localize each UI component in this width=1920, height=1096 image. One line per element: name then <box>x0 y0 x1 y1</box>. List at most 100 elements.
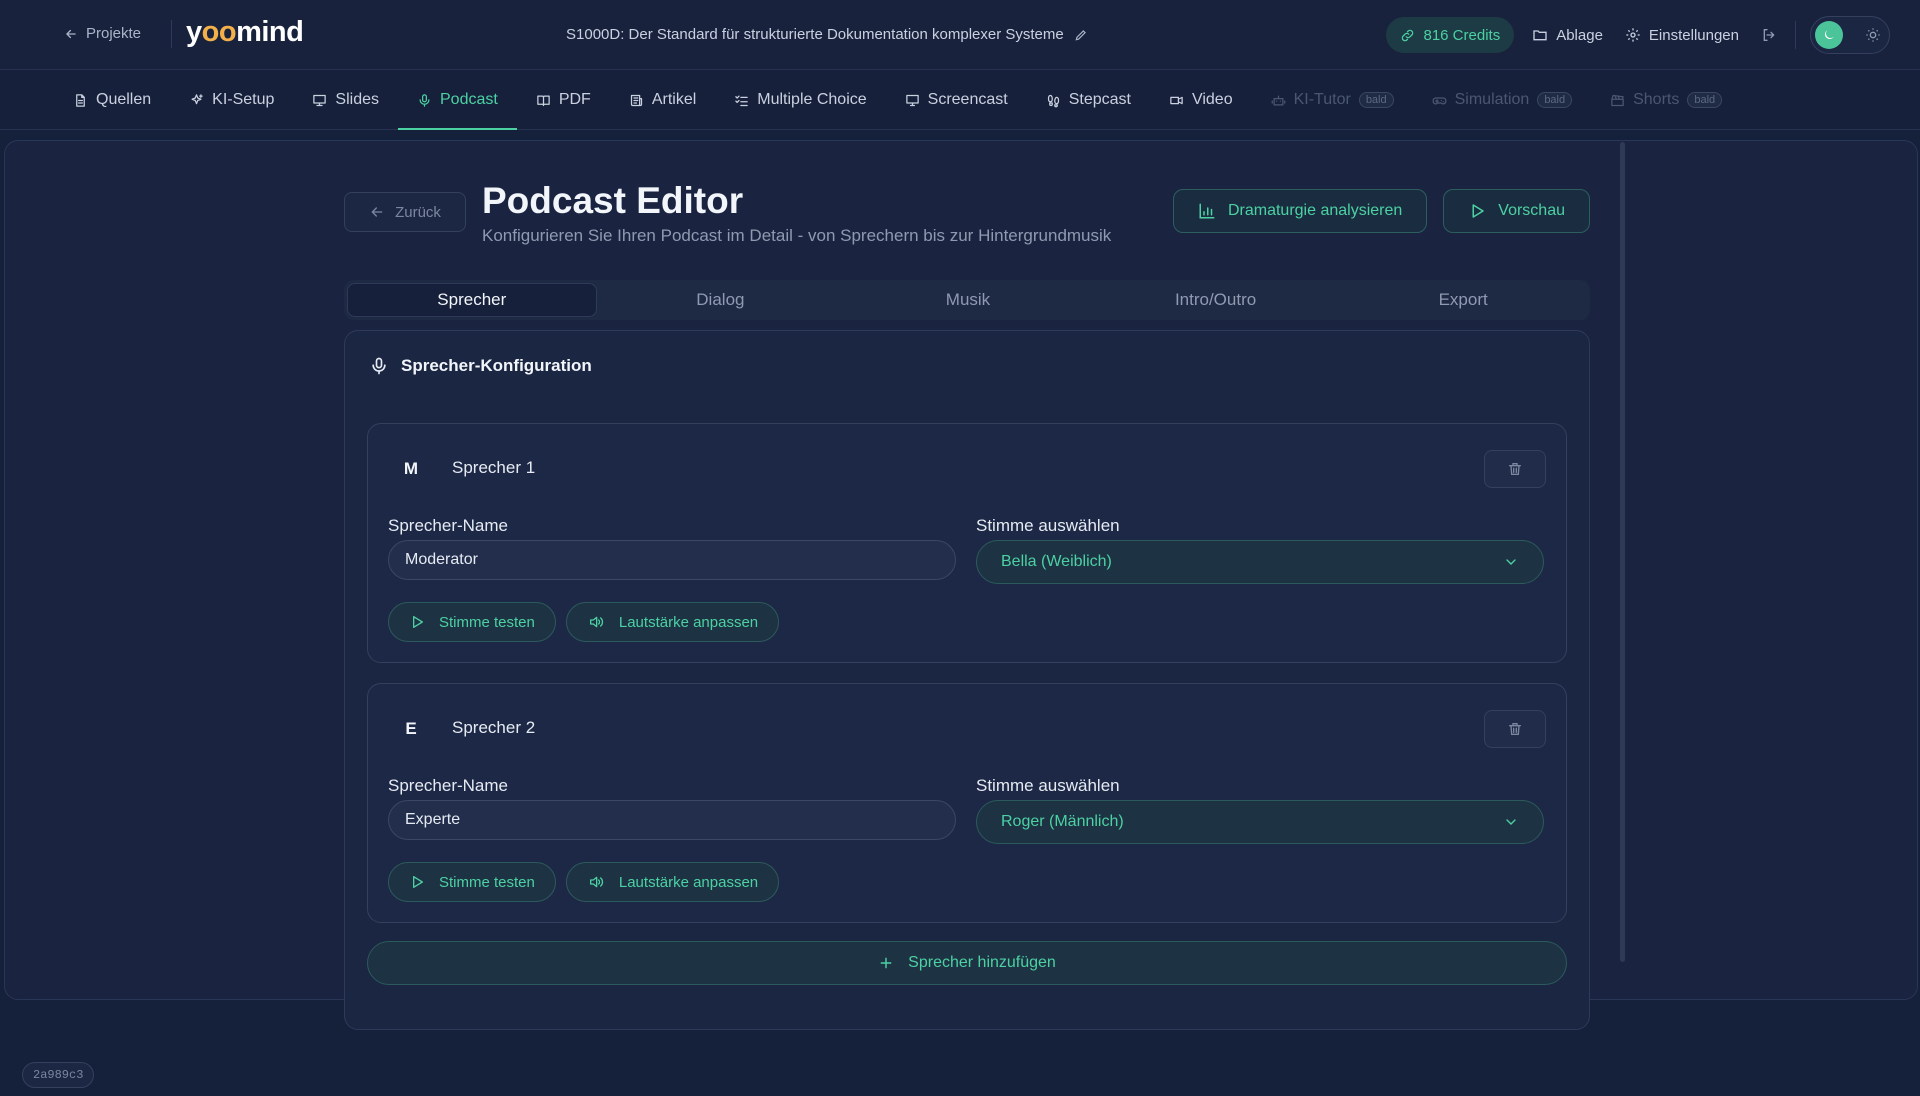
back-button[interactable]: Zurück <box>344 192 466 232</box>
voice-select-label: Stimme auswählen <box>976 516 1120 535</box>
chevron-down-icon <box>1503 554 1519 570</box>
nav-item-screencast[interactable]: Screencast <box>886 70 1027 130</box>
page-subtitle: Konfigurieren Sie Ihren Podcast im Detai… <box>482 226 1112 245</box>
back-button-label: Zurück <box>395 203 441 221</box>
voice-select[interactable]: Bella (Weiblich) <box>976 540 1544 584</box>
sparkles-icon <box>189 93 204 108</box>
back-to-projects-link[interactable]: Projekte <box>64 25 141 42</box>
trash-icon <box>1507 720 1523 738</box>
nav-item-label: KI-Tutor <box>1293 91 1351 108</box>
nav-item-label: Simulation <box>1454 91 1530 108</box>
adjust-volume-button[interactable]: Lautstärke anpassen <box>565 862 780 902</box>
settings-link[interactable]: Einstellungen <box>1621 27 1743 44</box>
play-icon <box>1468 202 1486 220</box>
logout-icon <box>1761 27 1777 43</box>
nav-item-quellen[interactable]: Quellen <box>54 70 170 130</box>
nav-item-video[interactable]: Video <box>1150 70 1252 130</box>
book-icon <box>536 93 551 108</box>
test-voice-button[interactable]: Stimme testen <box>388 862 556 902</box>
adjust-volume-label: Lautstärke anpassen <box>618 873 759 891</box>
credits-badge[interactable]: 816 Credits <box>1386 17 1515 53</box>
speaker-name-input[interactable]: Experte <box>388 800 956 840</box>
tab-sprecher[interactable]: Sprecher <box>347 283 597 317</box>
adjust-volume-label: Lautstärke anpassen <box>618 613 759 631</box>
theme-toggle[interactable] <box>1810 16 1890 54</box>
gamepad-icon <box>1432 93 1447 108</box>
trash-icon <box>1507 460 1523 478</box>
speaker-title: Sprecher 2 <box>452 718 536 737</box>
page-title: Podcast Editor <box>482 180 744 221</box>
nav-item-label: PDF <box>558 91 591 108</box>
coming-soon-badge: bald <box>1537 92 1573 108</box>
nav-item-pdf[interactable]: PDF <box>517 70 610 130</box>
voice-select-label: Stimme auswählen <box>976 776 1120 795</box>
nav-item-stepcast[interactable]: Stepcast <box>1027 70 1150 130</box>
speaker-name-input[interactable]: Moderator <box>388 540 956 580</box>
voice-select[interactable]: Roger (Männlich) <box>976 800 1544 844</box>
bot-icon <box>1271 93 1286 108</box>
play-icon <box>409 874 425 890</box>
document-icon <box>73 93 88 108</box>
analyze-dramaturgy-button[interactable]: Dramaturgie analysieren <box>1172 189 1428 233</box>
preview-button[interactable]: Vorschau <box>1443 189 1590 233</box>
top-bar: Projekte yoomind S1000D: Der Standard fü… <box>0 0 1920 70</box>
nav-item-artikel[interactable]: Artikel <box>610 70 715 130</box>
adjust-volume-button[interactable]: Lautstärke anpassen <box>565 602 780 642</box>
nav-item-ki-tutor: KI-Tutor bald <box>1252 70 1413 130</box>
presentation-icon <box>312 93 327 108</box>
nav-item-label: KI-Setup <box>212 91 275 108</box>
add-speaker-label: Sprecher hinzufügen <box>908 954 1056 971</box>
nav-item-label: Podcast <box>440 91 498 108</box>
speaker-card: M Sprecher 1 Sprecher-Name Moderator Stimme … <box>367 423 1567 663</box>
delete-speaker-button[interactable] <box>1484 450 1546 488</box>
nav-item-shorts: Shorts bald <box>1591 70 1741 130</box>
test-voice-button[interactable]: Stimme testen <box>388 602 556 642</box>
speaker-name-label: Sprecher-Name <box>388 516 508 535</box>
nav-item-ki-setup[interactable]: KI-Setup <box>170 70 293 130</box>
clapperboard-icon <box>1610 93 1625 108</box>
list-check-icon <box>734 93 749 108</box>
version-badge: 2a989c3 <box>22 1062 95 1088</box>
coming-soon-badge: bald <box>1358 92 1394 108</box>
top-bar-actions: 816 Credits Ablage Einstellungen <box>1386 16 1890 54</box>
pencil-icon[interactable] <box>1074 28 1088 42</box>
nav-item-slides[interactable]: Slides <box>293 70 398 130</box>
delete-speaker-button[interactable] <box>1484 710 1546 748</box>
project-title-text: S1000D: Der Standard für strukturierte D… <box>566 26 1064 43</box>
voice-select-value: Bella (Weiblich) <box>1001 553 1112 570</box>
bar-chart-icon <box>1198 202 1216 220</box>
project-title[interactable]: S1000D: Der Standard für strukturierte D… <box>566 26 1088 43</box>
tab-export[interactable]: Export <box>1339 283 1587 317</box>
back-to-projects-label: Projekte <box>86 25 142 42</box>
nav-item-podcast[interactable]: Podcast <box>398 70 517 130</box>
add-speaker-button[interactable]: Sprecher hinzufügen <box>367 941 1567 985</box>
folder-icon <box>1532 27 1548 43</box>
video-icon <box>1169 93 1184 108</box>
speaker-name-label: Sprecher-Name <box>388 776 508 795</box>
nav-item-label: Multiple Choice <box>757 91 867 108</box>
nav-item-multiple-choice[interactable]: Multiple Choice <box>715 70 885 130</box>
test-voice-label: Stimme testen <box>439 873 535 891</box>
module-nav-items: Quellen KI-Setup Slides Podcast PDF Artikel Mu… <box>54 70 1741 130</box>
credits-label: 816 Credits <box>1423 26 1501 44</box>
arrow-left-icon <box>64 27 78 41</box>
tab-intro-outro[interactable]: Intro/Outro <box>1092 283 1340 317</box>
divider <box>1795 21 1796 49</box>
microphone-icon <box>369 355 389 377</box>
archive-link[interactable]: Ablage <box>1528 27 1607 44</box>
tab-dialog[interactable]: Dialog <box>597 283 845 317</box>
gear-icon <box>1625 27 1641 43</box>
tab-musik[interactable]: Musik <box>844 283 1092 317</box>
sun-icon[interactable] <box>1865 27 1881 43</box>
settings-label: Einstellungen <box>1648 26 1739 44</box>
logout-button[interactable] <box>1757 27 1781 43</box>
scrollbar[interactable] <box>1620 142 1625 962</box>
preview-label: Vorschau <box>1498 202 1565 219</box>
speaker-avatar: E <box>405 719 417 738</box>
link-icon <box>1400 28 1415 43</box>
moon-icon[interactable] <box>1815 21 1843 49</box>
header-actions: Dramaturgie analysieren Vorschau <box>1172 189 1590 233</box>
divider <box>171 20 172 48</box>
test-voice-label: Stimme testen <box>439 613 535 631</box>
logo[interactable]: yoomind <box>186 16 304 49</box>
